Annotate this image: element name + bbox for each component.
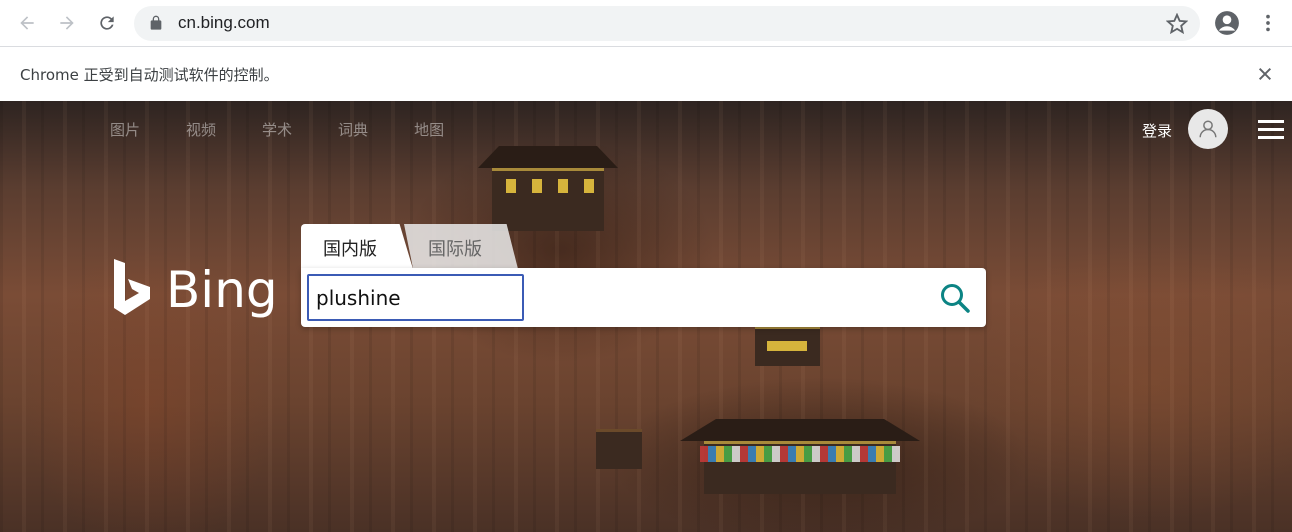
login-link[interactable]: 登录 [1142, 120, 1172, 141]
user-icon [1199, 120, 1217, 138]
search-icon [941, 284, 970, 313]
temple-image [478, 146, 618, 231]
temple-image [596, 429, 642, 469]
address-bar[interactable]: cn.bing.com [134, 6, 1200, 41]
search-button[interactable] [937, 280, 973, 316]
search-box [301, 268, 986, 327]
nav-maps[interactable]: 地图 [414, 119, 444, 140]
nav-videos[interactable]: 视频 [186, 119, 216, 140]
forward-icon [60, 16, 74, 30]
reload-button[interactable] [92, 8, 122, 38]
lock-icon[interactable] [148, 15, 164, 31]
forward-button[interactable] [52, 8, 82, 38]
tab-domestic-label: 国内版 [323, 239, 377, 260]
hamburger-menu-button[interactable] [1258, 120, 1284, 140]
bing-homepage: 图片 视频 学术 词典 地图 登录 Bing 国际版 国内版 [0, 101, 1292, 532]
reload-icon [100, 16, 114, 30]
search-input[interactable] [307, 274, 524, 321]
bing-b-icon [114, 259, 150, 315]
account-icon [1215, 11, 1239, 35]
nav-dictionary[interactable]: 词典 [338, 119, 368, 140]
close-icon [1258, 67, 1272, 81]
bing-wordmark: Bing [166, 261, 278, 319]
nav-images[interactable]: 图片 [110, 119, 140, 140]
automation-infobar: Chrome 正受到自动测试软件的控制。 [0, 48, 1292, 101]
prayer-flags-image [700, 446, 900, 462]
browser-toolbar: cn.bing.com [0, 0, 1292, 47]
top-nav: 图片 视频 学术 词典 地图 [110, 119, 490, 140]
tab-international[interactable]: 国际版 [404, 224, 518, 269]
browser-menu-button[interactable] [1255, 10, 1281, 36]
tab-international-label: 国际版 [428, 239, 482, 260]
back-icon [20, 16, 34, 30]
star-icon[interactable] [1166, 13, 1188, 35]
temple-image [755, 326, 820, 366]
avatar[interactable] [1188, 109, 1228, 149]
back-button[interactable] [12, 8, 42, 38]
bing-logo[interactable]: Bing [110, 259, 278, 321]
menu-dots-icon [1266, 14, 1270, 32]
infobar-message: Chrome 正受到自动测试软件的控制。 [20, 66, 279, 84]
nav-academic[interactable]: 学术 [262, 119, 292, 140]
infobar-close-button[interactable] [1254, 63, 1276, 85]
account-button[interactable] [1214, 10, 1240, 36]
tab-domestic[interactable]: 国内版 [301, 224, 413, 269]
url-text[interactable]: cn.bing.com [178, 13, 270, 33]
